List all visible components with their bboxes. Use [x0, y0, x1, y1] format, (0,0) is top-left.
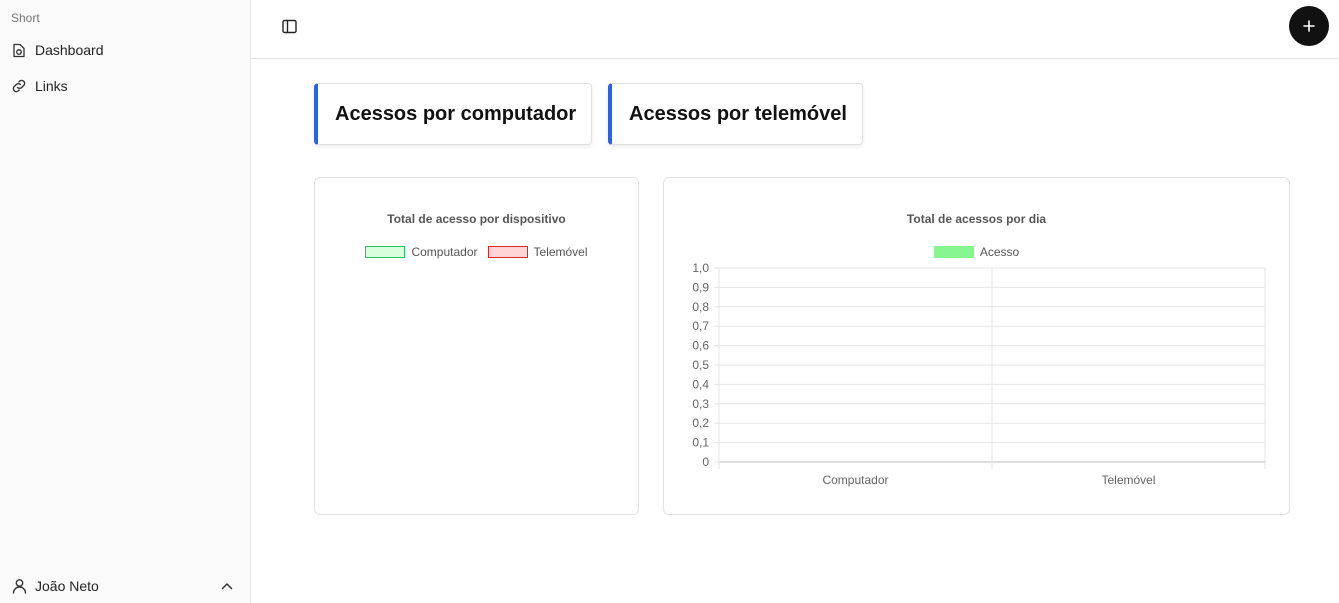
stat-card-computer: Acessos por computador [314, 83, 592, 145]
y-tick-label: 0,6 [692, 339, 709, 353]
brand-label: Short [11, 11, 40, 25]
y-tick-label: 0,9 [692, 280, 709, 294]
plus-icon [1303, 20, 1315, 32]
legend-item-telemovel[interactable]: Telemóvel [487, 245, 588, 259]
legend-swatch [487, 246, 528, 258]
y-tick-label: 0,1 [692, 436, 709, 450]
sidebar-item-dashboard[interactable]: Dashboard [0, 36, 250, 64]
stat-card-mobile: Acessos por telemóvel [608, 83, 863, 145]
user-name: João Neto [35, 578, 99, 594]
sidebar: Short Dashboard Links João Neto [0, 0, 251, 603]
stat-card-title: Acessos por telemóvel [629, 102, 847, 125]
y-tick-label: 0,8 [692, 300, 709, 314]
dashboard-icon [11, 42, 27, 58]
x-tick-label: Computador [822, 473, 888, 487]
chart-title: Total de acesso por dispositivo [387, 212, 566, 226]
y-tick-label: 1,0 [692, 261, 709, 275]
y-tick-label: 0,5 [692, 358, 709, 372]
legend-label: Telemóvel [533, 245, 588, 259]
link-icon [11, 78, 27, 94]
sidebar-item-label: Dashboard [35, 42, 104, 58]
user-icon [11, 578, 27, 594]
sidebar-toggle-button[interactable] [280, 17, 298, 35]
y-tick-label: 0,3 [692, 397, 709, 411]
stat-card-title: Acessos por computador [335, 102, 577, 125]
sidebar-item-links[interactable]: Links [0, 72, 250, 100]
y-tick-label: 0,2 [692, 416, 709, 430]
legend-label: Computador [411, 245, 478, 259]
y-tick-label: 0 [702, 455, 709, 469]
legend-item-computador[interactable]: Computador [365, 245, 478, 259]
y-tick-label: 0,4 [692, 377, 709, 391]
sidebar-item-label: Links [35, 78, 68, 94]
bar-chart: 1,0 0,9 0,8 0,7 0,6 0,5 0,4 0,3 0,2 0,1 0 Computado… [692, 261, 1266, 487]
chart-legend: Computador Telemóvel [315, 245, 638, 259]
sidebar-toggle-icon [281, 19, 297, 34]
legend-swatch [365, 246, 406, 258]
device-chart-panel: Total de acesso por dispositivo Computad… [314, 177, 639, 515]
add-link-button[interactable] [1289, 6, 1329, 46]
app-root: Short Dashboard Links João Neto Acessos … [0, 0, 1339, 603]
top-bar [251, 0, 1339, 59]
daily-chart-panel: Total de acessos por dia Acesso 1,0 0,9 0,… [663, 177, 1290, 515]
x-tick-label: Telemóvel [1101, 473, 1155, 487]
y-tick-label: 0,7 [692, 319, 709, 333]
user-menu[interactable]: João Neto [0, 569, 250, 603]
chevron-up-icon[interactable] [220, 579, 234, 593]
